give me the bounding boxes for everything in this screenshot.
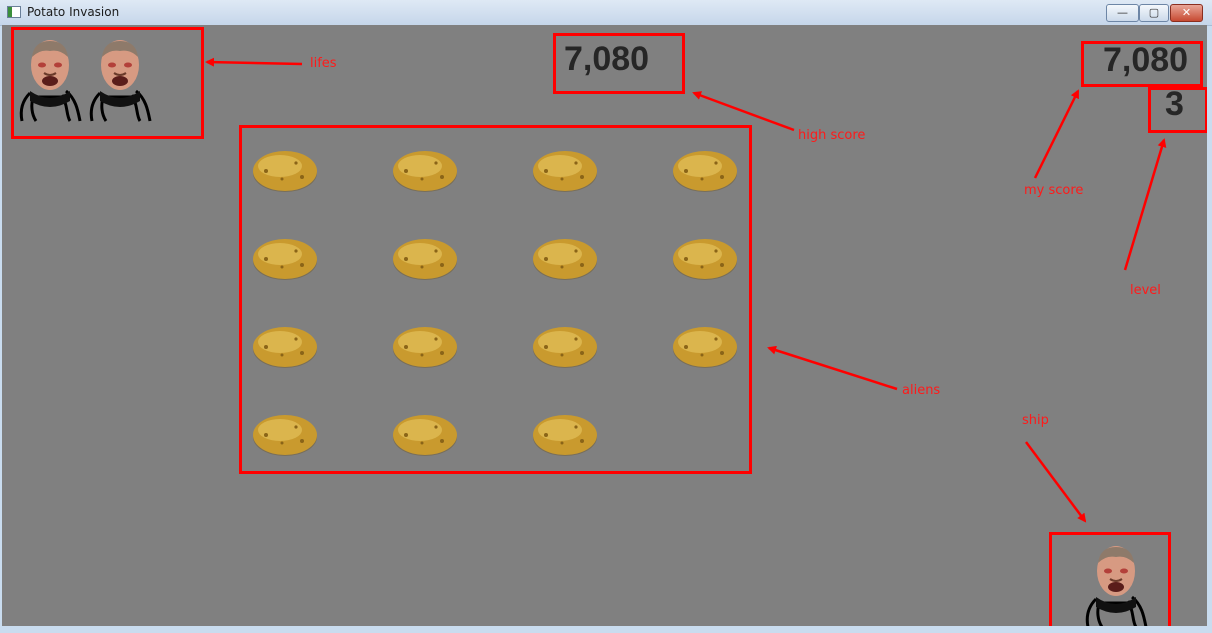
maximize-button[interactable]: ▢ <box>1139 4 1169 22</box>
ship-arrow <box>1024 441 1087 523</box>
window-title: Potato Invasion <box>27 5 120 19</box>
aliens-arrow <box>767 345 898 391</box>
game-window: Potato Invasion — ▢ ✕ 7,080 7,080 3 life… <box>0 0 1212 633</box>
title-bar[interactable]: Potato Invasion — ▢ ✕ <box>0 0 1212 26</box>
level-arrow <box>1123 138 1167 271</box>
close-button[interactable]: ✕ <box>1170 4 1203 22</box>
lifes-arrow <box>205 57 303 67</box>
annotation-arrows <box>205 57 1167 523</box>
app-icon <box>7 6 21 18</box>
game-canvas[interactable]: 7,080 7,080 3 lifes high score my score … <box>2 25 1207 626</box>
my-score-arrow <box>1033 89 1080 179</box>
minimize-button[interactable]: — <box>1106 4 1139 22</box>
high-score-arrow <box>692 91 795 132</box>
window-bottom-border <box>0 626 1212 633</box>
